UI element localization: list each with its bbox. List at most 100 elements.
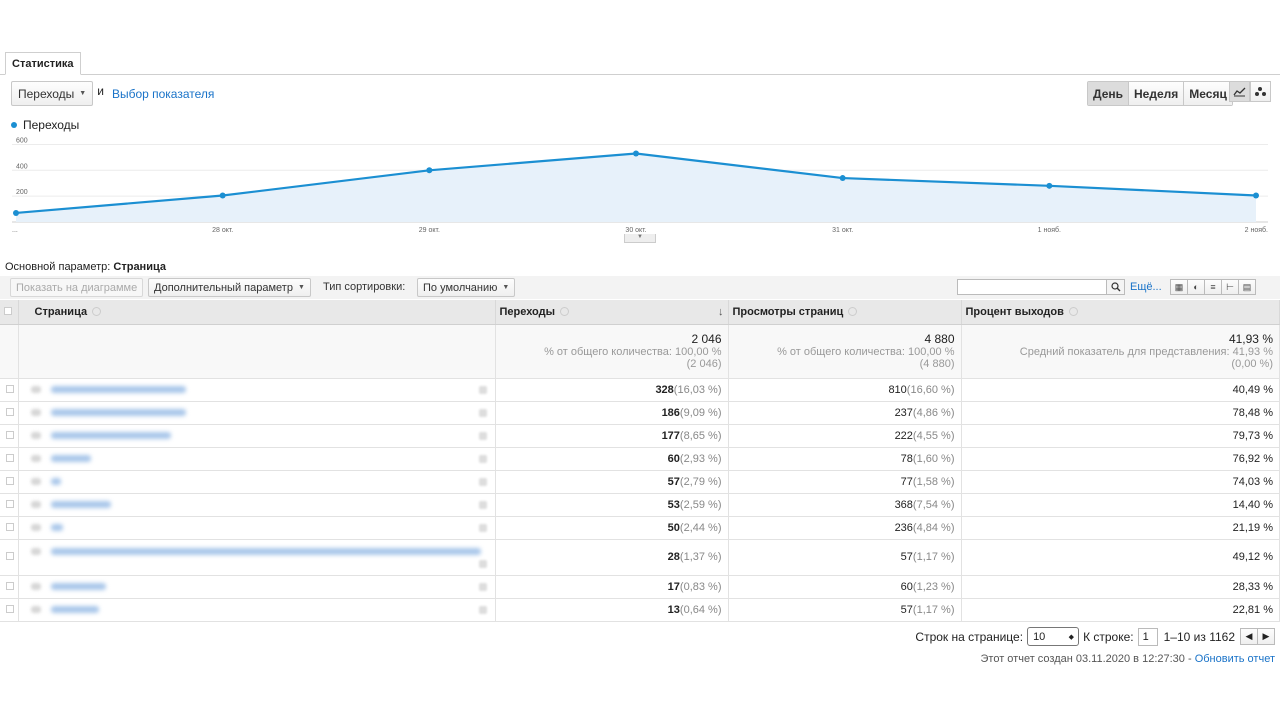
period-month-button[interactable]: Месяц (1183, 82, 1232, 105)
open-page-icon[interactable] (478, 560, 487, 568)
secondary-param-dropdown[interactable]: Дополнительный параметр ▼ (148, 278, 311, 297)
line-chart-icon[interactable] (1229, 81, 1250, 102)
row-exit-cell: 79,73 % (961, 424, 1280, 448)
show-on-chart-button[interactable]: Показать на диаграмме (10, 278, 144, 297)
row-checkbox-cell[interactable] (0, 598, 19, 622)
row-page-cell[interactable] (18, 598, 496, 622)
row-page-cell[interactable] (18, 378, 496, 402)
pie-view-icon[interactable]: ◐ (1187, 279, 1205, 295)
open-page-icon[interactable] (478, 582, 487, 591)
table-row: 28(1,37 %) 57(1,17 %) 49,12 % (0, 539, 1280, 576)
more-options-link[interactable]: Ещё... (1130, 281, 1162, 293)
chart-resize-handle[interactable]: ▼ (624, 234, 656, 243)
comparison-view-icon[interactable]: ⊢ (1221, 279, 1239, 295)
row-visits: 177 (661, 429, 680, 442)
help-icon[interactable] (1068, 306, 1078, 316)
period-day-button[interactable]: День (1088, 82, 1128, 105)
row-exit: 79,73 % (1232, 429, 1273, 442)
primary-dimension-value: Страница (113, 261, 166, 273)
row-page-cell[interactable] (18, 575, 496, 599)
choose-metric-link[interactable]: Выбор показателя (112, 87, 214, 101)
row-checkbox-cell[interactable] (0, 516, 19, 540)
search-icon[interactable] (1106, 279, 1125, 295)
help-icon[interactable] (92, 306, 102, 316)
checkbox[interactable] (6, 453, 14, 462)
checkbox[interactable] (6, 552, 14, 560)
row-checkbox-cell[interactable] (0, 447, 19, 471)
row-page-cell[interactable] (18, 493, 496, 517)
row-page-cell[interactable] (18, 401, 496, 425)
metric-dropdown[interactable]: Переходы ▼ (11, 81, 94, 106)
select-all-checkbox[interactable] (0, 300, 19, 325)
row-page-cell[interactable] (18, 516, 496, 540)
tab-bar: Статистика (0, 52, 1280, 75)
rows-per-page-select[interactable]: 10 ◆ (1027, 627, 1080, 646)
row-page-cell[interactable] (18, 447, 496, 471)
row-visits: 186 (661, 406, 680, 419)
header-visits[interactable]: Переходы ↓ (495, 300, 729, 325)
next-page-icon[interactable]: ▶ (1257, 628, 1275, 645)
page-link[interactable] (50, 408, 186, 416)
row-checkbox-cell[interactable] (0, 575, 19, 599)
y-tick-label: 400 (16, 163, 28, 170)
open-page-icon[interactable] (478, 500, 487, 509)
open-page-icon[interactable] (478, 605, 487, 614)
checkbox[interactable] (6, 522, 14, 531)
header-pageviews-label: Просмотры страниц (732, 305, 844, 318)
x-tick-label: ... (12, 227, 18, 234)
row-checkbox-cell[interactable] (0, 424, 19, 448)
page-link[interactable] (50, 500, 111, 508)
row-checkbox-cell[interactable] (0, 470, 19, 494)
performance-view-icon[interactable]: ≡ (1204, 279, 1222, 295)
row-visits: 53 (667, 498, 680, 511)
page-link[interactable] (50, 431, 171, 439)
grid-view-icon[interactable]: ▦ (1170, 279, 1188, 295)
checkbox[interactable] (6, 407, 14, 416)
header-pageviews[interactable]: Просмотры страниц (728, 300, 962, 325)
page-link[interactable] (50, 454, 91, 462)
checkbox[interactable] (6, 384, 14, 393)
pivot-view-icon[interactable]: ▤ (1238, 279, 1256, 295)
open-page-icon[interactable] (478, 408, 487, 417)
checkbox[interactable] (6, 430, 14, 439)
page-link[interactable] (50, 582, 106, 590)
row-page-cell[interactable] (18, 424, 496, 448)
page-link[interactable] (50, 605, 99, 613)
row-checkbox-cell[interactable] (0, 401, 19, 425)
page-link[interactable] (50, 385, 186, 393)
checkbox[interactable] (6, 581, 14, 590)
page-link[interactable] (50, 548, 481, 555)
table-search-input[interactable] (957, 279, 1107, 295)
header-exit[interactable]: Процент выходов (961, 300, 1280, 325)
tab-statistics[interactable]: Статистика (5, 52, 81, 75)
help-icon[interactable] (560, 306, 570, 316)
refresh-report-link[interactable]: Обновить отчет (1195, 653, 1275, 665)
row-checkbox-cell[interactable] (0, 493, 19, 517)
row-page-cell[interactable] (18, 470, 496, 494)
checkbox[interactable] (6, 499, 14, 508)
row-checkbox-cell[interactable] (0, 539, 19, 576)
row-page-cell[interactable] (18, 539, 496, 576)
table-row: 13(0,64 %) 57(1,17 %) 22,81 % (0, 598, 1280, 622)
row-visits: 328 (655, 383, 674, 396)
prev-page-icon[interactable]: ◀ (1240, 628, 1258, 645)
header-page[interactable]: Страница (18, 300, 496, 325)
checkbox[interactable] (6, 476, 14, 485)
open-page-icon[interactable] (478, 523, 487, 532)
goto-row-input[interactable]: 1 (1137, 627, 1158, 646)
checkbox[interactable] (4, 306, 12, 315)
help-icon[interactable] (848, 306, 858, 316)
open-page-icon[interactable] (478, 477, 487, 486)
page-link[interactable] (50, 523, 63, 531)
open-page-icon[interactable] (478, 385, 487, 394)
row-checkbox-cell[interactable] (0, 378, 19, 402)
checkbox[interactable] (6, 604, 14, 613)
motion-chart-icon[interactable] (1250, 81, 1271, 102)
row-visits-cell: 57(2,79 %) (495, 470, 729, 494)
page-link[interactable] (50, 477, 61, 485)
open-page-icon[interactable] (478, 431, 487, 440)
row-visits: 50 (667, 521, 680, 534)
open-page-icon[interactable] (478, 454, 487, 463)
sort-dropdown[interactable]: По умолчанию ▼ (417, 278, 516, 297)
period-week-button[interactable]: Неделя (1128, 82, 1184, 105)
